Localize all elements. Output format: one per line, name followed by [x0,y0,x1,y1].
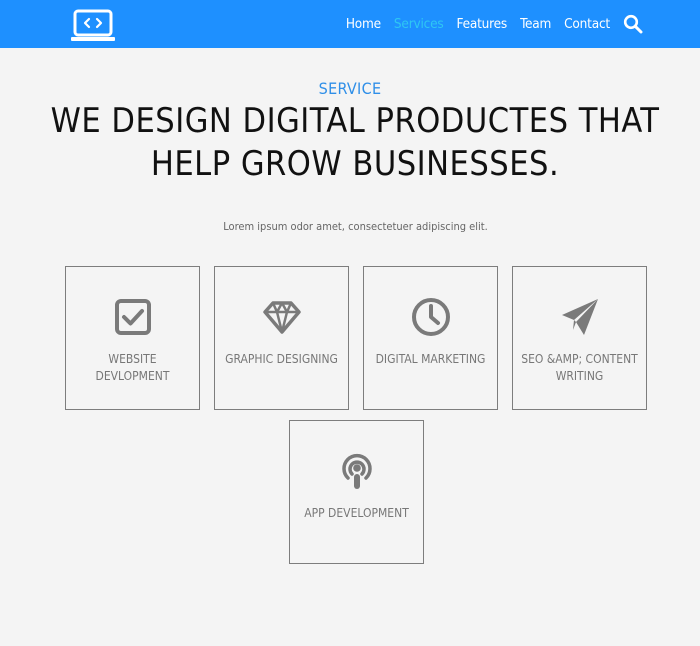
search-icon[interactable] [623,14,643,34]
nav-link-contact[interactable]: Contact [564,16,610,32]
section-label: SERVICE [318,79,382,98]
code-laptop-icon[interactable] [70,9,116,43]
nav-link-features[interactable]: Features [457,16,508,32]
podcast-icon [342,453,372,489]
service-card-app-development[interactable]: APP DEVELOPMENT [289,420,424,564]
service-card-graphic-designing[interactable]: GRAPHIC DESIGNING [214,266,349,410]
service-card-digital-marketing[interactable]: DIGITAL MARKETING [363,266,498,410]
nav-link-services[interactable]: Services [394,16,444,32]
service-card-label: WEBSITE DEVLOPMENT [95,352,170,383]
page-headline: WE DESIGN DIGITAL PRODUCTES THAT HELP GR… [50,101,660,184]
tagline: Lorem ipsum odor amet, consectetuer adip… [223,220,488,233]
nav-link-home[interactable]: Home [346,16,381,32]
service-card-label: SEO &AMP; CONTENT WRITING [521,352,638,383]
nav-menu: Home Services Features Team Contact [346,0,610,48]
service-card-label: APP DEVELOPMENT [304,506,409,520]
clock-icon [412,298,450,336]
service-card-label: GRAPHIC DESIGNING [225,352,338,366]
nav-link-team[interactable]: Team [520,16,551,32]
service-card-label: DIGITAL MARKETING [375,352,486,366]
navbar: Home Services Features Team Contact [0,0,700,48]
service-card-website-development[interactable]: WEBSITE DEVLOPMENT [65,266,200,410]
checkbox-icon [115,299,151,335]
service-card-seo-content-writing[interactable]: SEO &AMP; CONTENT WRITING [512,266,647,410]
diamond-icon [263,301,301,334]
paper-plane-icon [562,299,598,335]
